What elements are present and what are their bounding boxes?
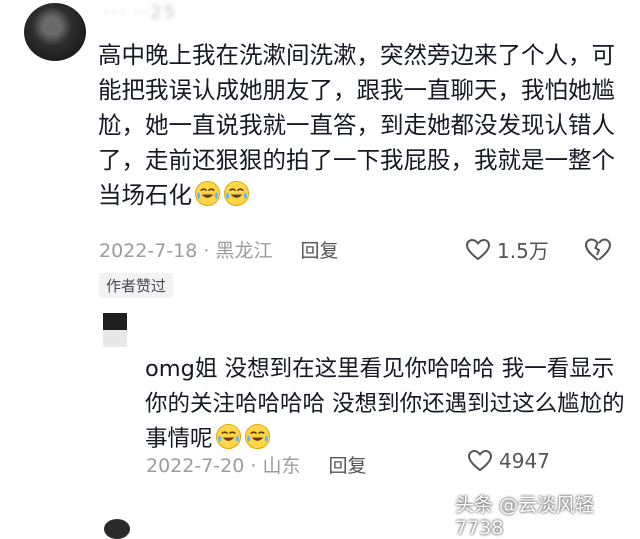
commenter-name-blurred[interactable]: ··· ··25: [104, 2, 216, 24]
commenter-avatar[interactable]: [24, 3, 86, 61]
replier-avatar[interactable]: [103, 313, 127, 347]
reply-like-count: 4947: [499, 449, 550, 473]
comment-body: 高中晚上我在洗漱间洗漱，突然旁边来了个人，可能把我误认成她朋友了，跟我一直聊天，…: [98, 38, 618, 213]
next-comment-avatar[interactable]: [104, 519, 130, 539]
reply-button[interactable]: 回复: [328, 451, 366, 478]
reply-body: omg姐 没想到在这里看见你哈哈哈 我一看显示你的关注哈哈哈哈 没想到你还遇到过…: [145, 352, 625, 457]
heart-icon[interactable]: [467, 449, 493, 473]
reply-like-button[interactable]: 4947: [467, 449, 550, 473]
broken-heart-icon[interactable]: [584, 237, 612, 263]
author-liked-badge: 作者赞过: [99, 273, 174, 298]
reply-button[interactable]: 回复: [300, 236, 338, 263]
comment-date-location: 2022-7-18 · 黑龙江: [99, 240, 273, 262]
crying-laughing-emoji-icon: [215, 423, 241, 450]
like-button[interactable]: 1.5万: [465, 235, 549, 264]
crying-laughing-emoji-icon: [223, 180, 250, 207]
crying-laughing-emoji-icon: [194, 180, 221, 207]
heart-icon[interactable]: [465, 238, 491, 262]
comment-meta: 2022-7-18 · 黑龙江 回复: [99, 236, 338, 263]
watermark: 头条 @云淡风轻7738: [455, 494, 595, 539]
crying-laughing-emoji-icon: [244, 423, 270, 450]
like-count: 1.5万: [497, 239, 549, 263]
reply-meta: 2022-7-20 · 山东 回复: [146, 451, 366, 478]
comment-text: 高中晚上我在洗漱间洗漱，突然旁边来了个人，可能把我误认成她朋友了，跟我一直聊天，…: [98, 41, 615, 209]
reply-date-location: 2022-7-20 · 山东: [146, 455, 301, 477]
